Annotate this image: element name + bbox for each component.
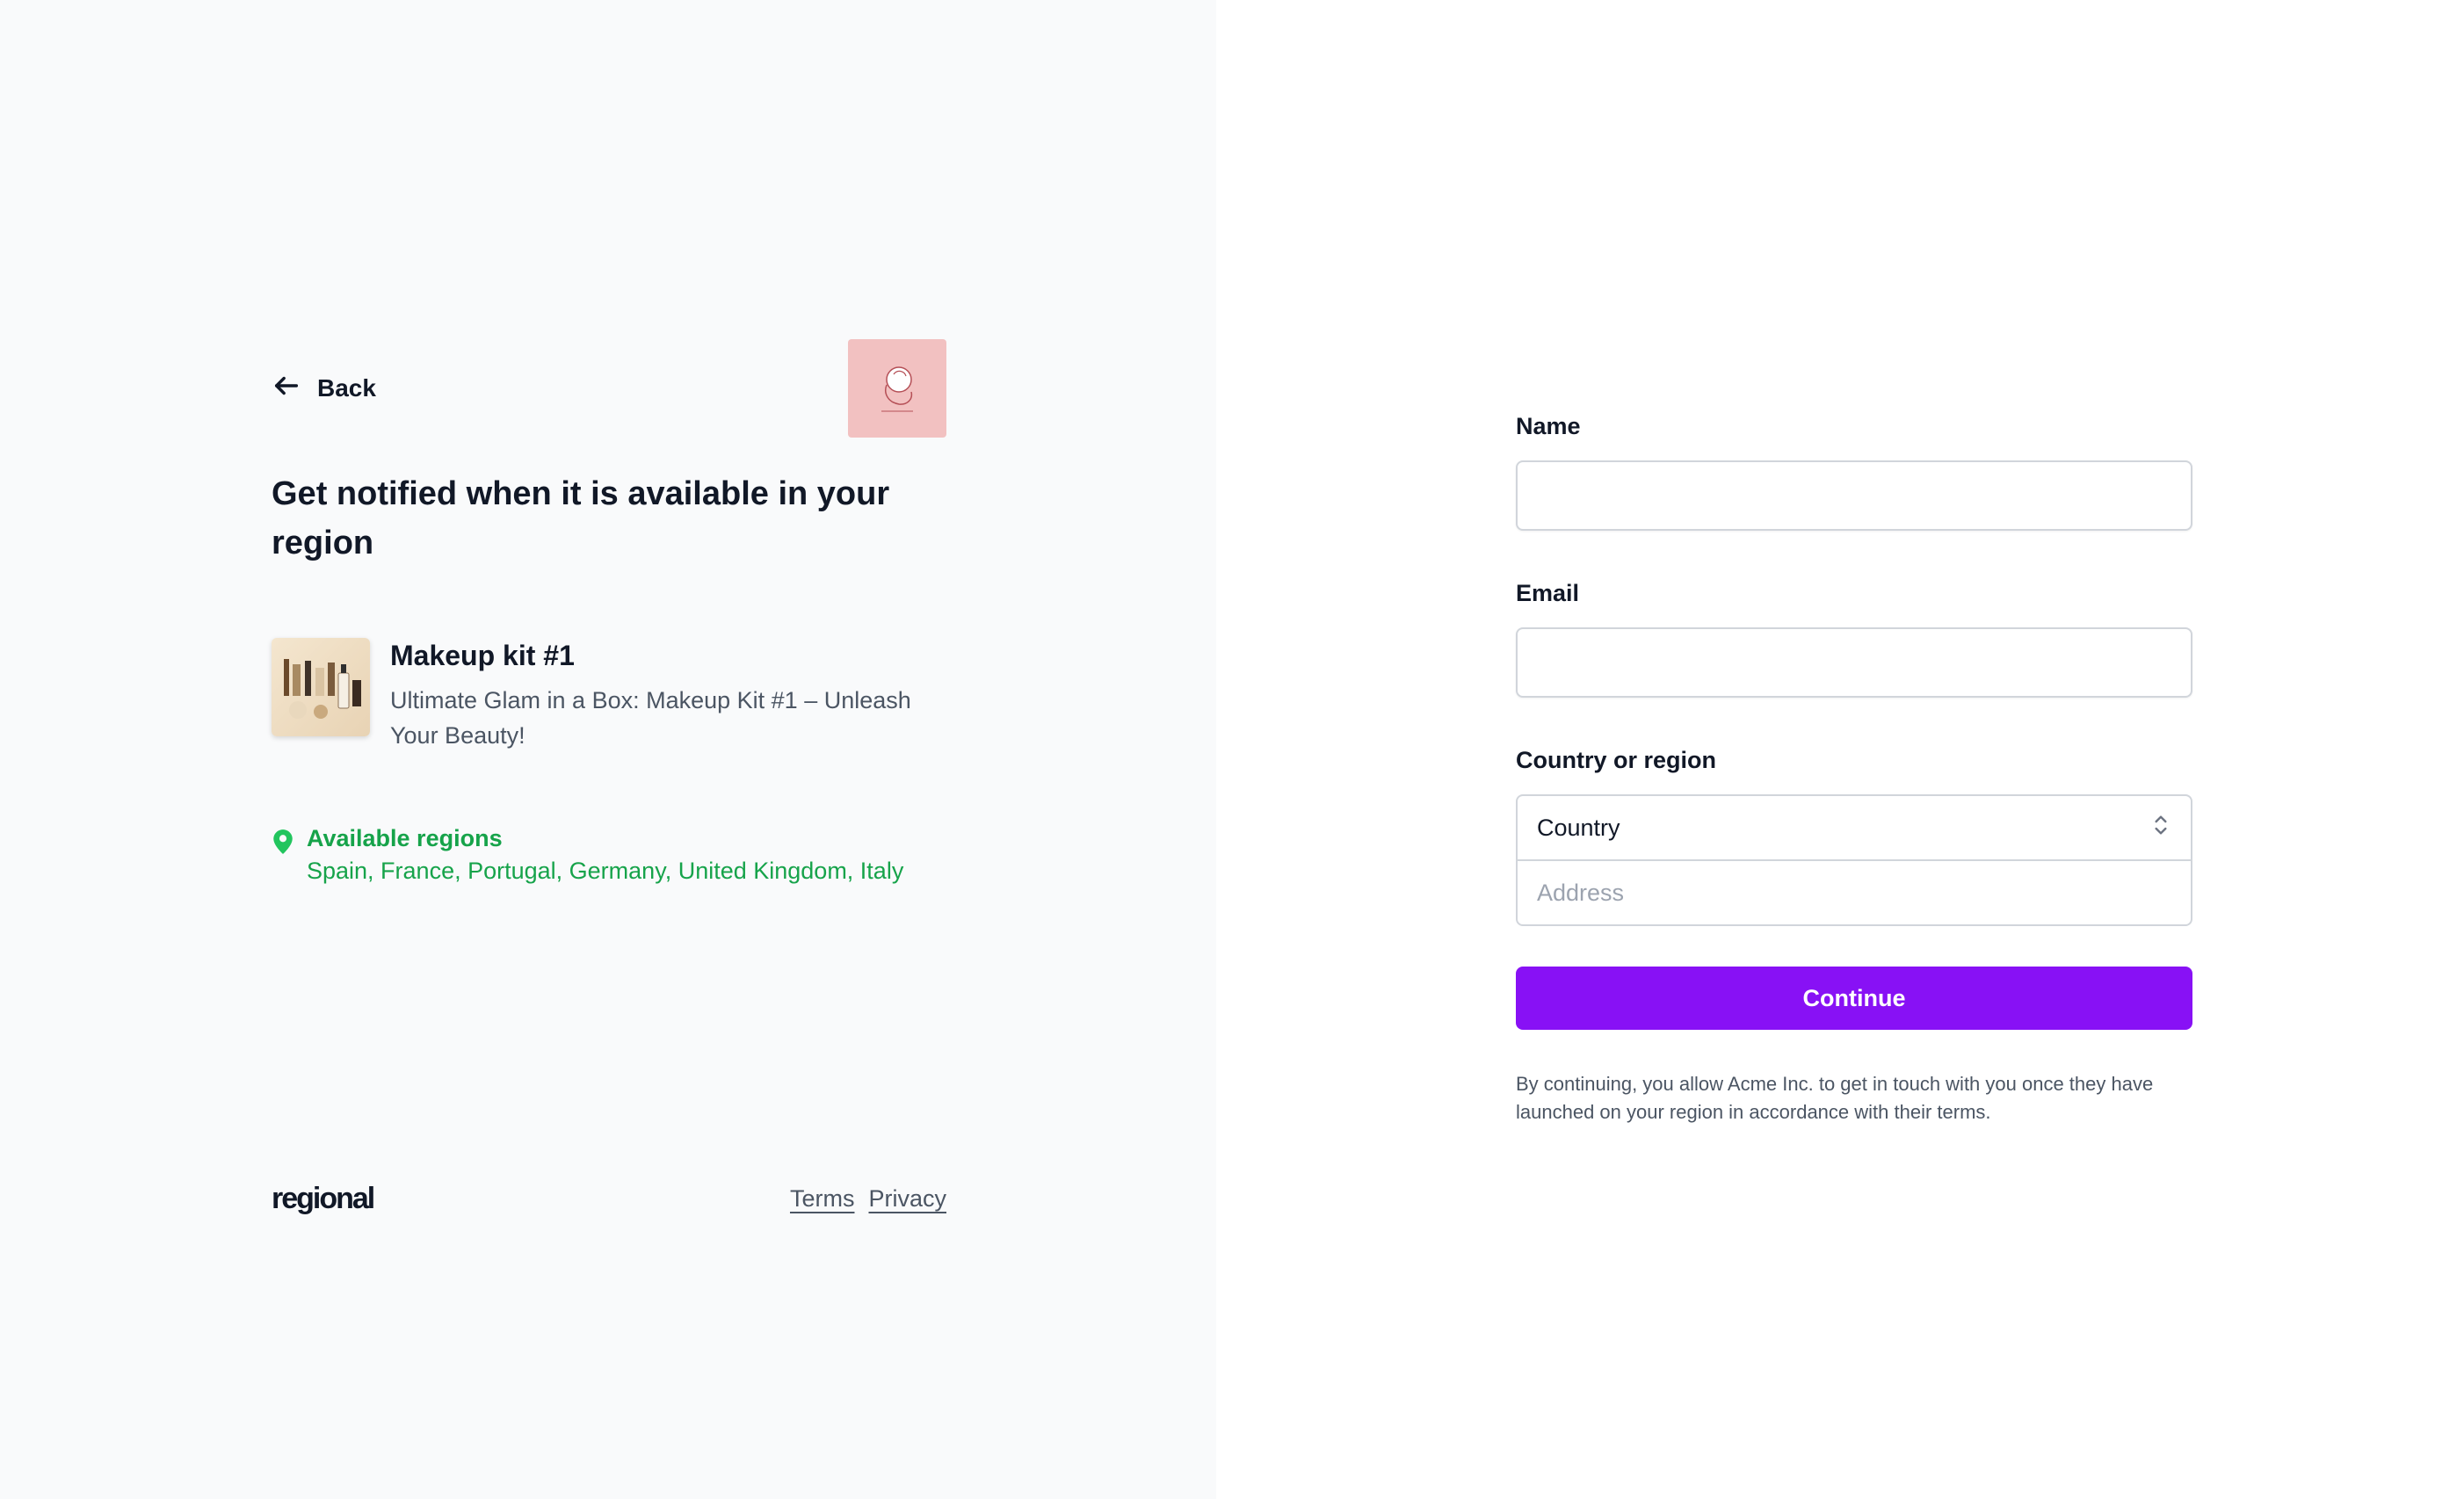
footer-links: Terms Privacy (790, 1185, 946, 1213)
product-image (272, 638, 370, 736)
country-field-group: Country or region Country Address (1516, 747, 2192, 926)
back-button[interactable]: Back (272, 371, 376, 407)
map-pin-icon (272, 825, 294, 885)
page-title: Get notified when it is available in you… (272, 475, 890, 561)
continue-button[interactable]: Continue (1516, 967, 2192, 1030)
product-name: Makeup kit #1 (390, 640, 575, 671)
footer-logo: regional (272, 1182, 375, 1215)
email-field-group: Email (1516, 580, 2192, 698)
arrow-left-icon (272, 371, 301, 407)
terms-link[interactable]: Terms (790, 1185, 855, 1213)
name-input[interactable] (1516, 460, 2192, 531)
left-content: Back Get notified when it is available i… (272, 339, 946, 885)
regions-title: Available regions (307, 825, 503, 851)
country-label: Country or region (1516, 747, 1716, 773)
privacy-link[interactable]: Privacy (868, 1185, 946, 1213)
name-label: Name (1516, 413, 1581, 439)
email-label: Email (1516, 580, 1580, 606)
regions-text: Available regions Spain, France, Portuga… (307, 825, 903, 885)
regions-list: Spain, France, Portugal, Germany, United… (307, 858, 904, 884)
footer: regional Terms Privacy (272, 1182, 946, 1216)
top-row: Back (272, 339, 946, 438)
back-label: Back (317, 374, 376, 402)
country-address-group: Country Address (1516, 794, 2192, 926)
page: Back Get notified when it is available i… (0, 0, 2464, 1499)
chevron-up-down-icon (2150, 811, 2171, 845)
disclaimer-text: By continuing, you allow Acme Inc. to ge… (1516, 1073, 2154, 1123)
name-field-group: Name (1516, 413, 2192, 531)
notify-form: Name Email Country or region Country Add… (1516, 413, 2192, 1126)
right-panel: Name Email Country or region Country Add… (1216, 0, 2464, 1499)
brand-logo (848, 339, 946, 438)
product-info: Makeup kit #1 Ultimate Glam in a Box: Ma… (390, 638, 953, 753)
available-regions: Available regions Spain, France, Portuga… (272, 825, 946, 885)
left-panel: Back Get notified when it is available i… (0, 0, 1216, 1499)
country-select-value: Country (1537, 814, 1620, 841)
product-description: Ultimate Glam in a Box: Makeup Kit #1 – … (390, 687, 911, 749)
country-select[interactable]: Country (1518, 796, 2191, 861)
email-input[interactable] (1516, 627, 2192, 698)
address-input[interactable]: Address (1518, 861, 2191, 924)
product-card: Makeup kit #1 Ultimate Glam in a Box: Ma… (272, 638, 946, 753)
